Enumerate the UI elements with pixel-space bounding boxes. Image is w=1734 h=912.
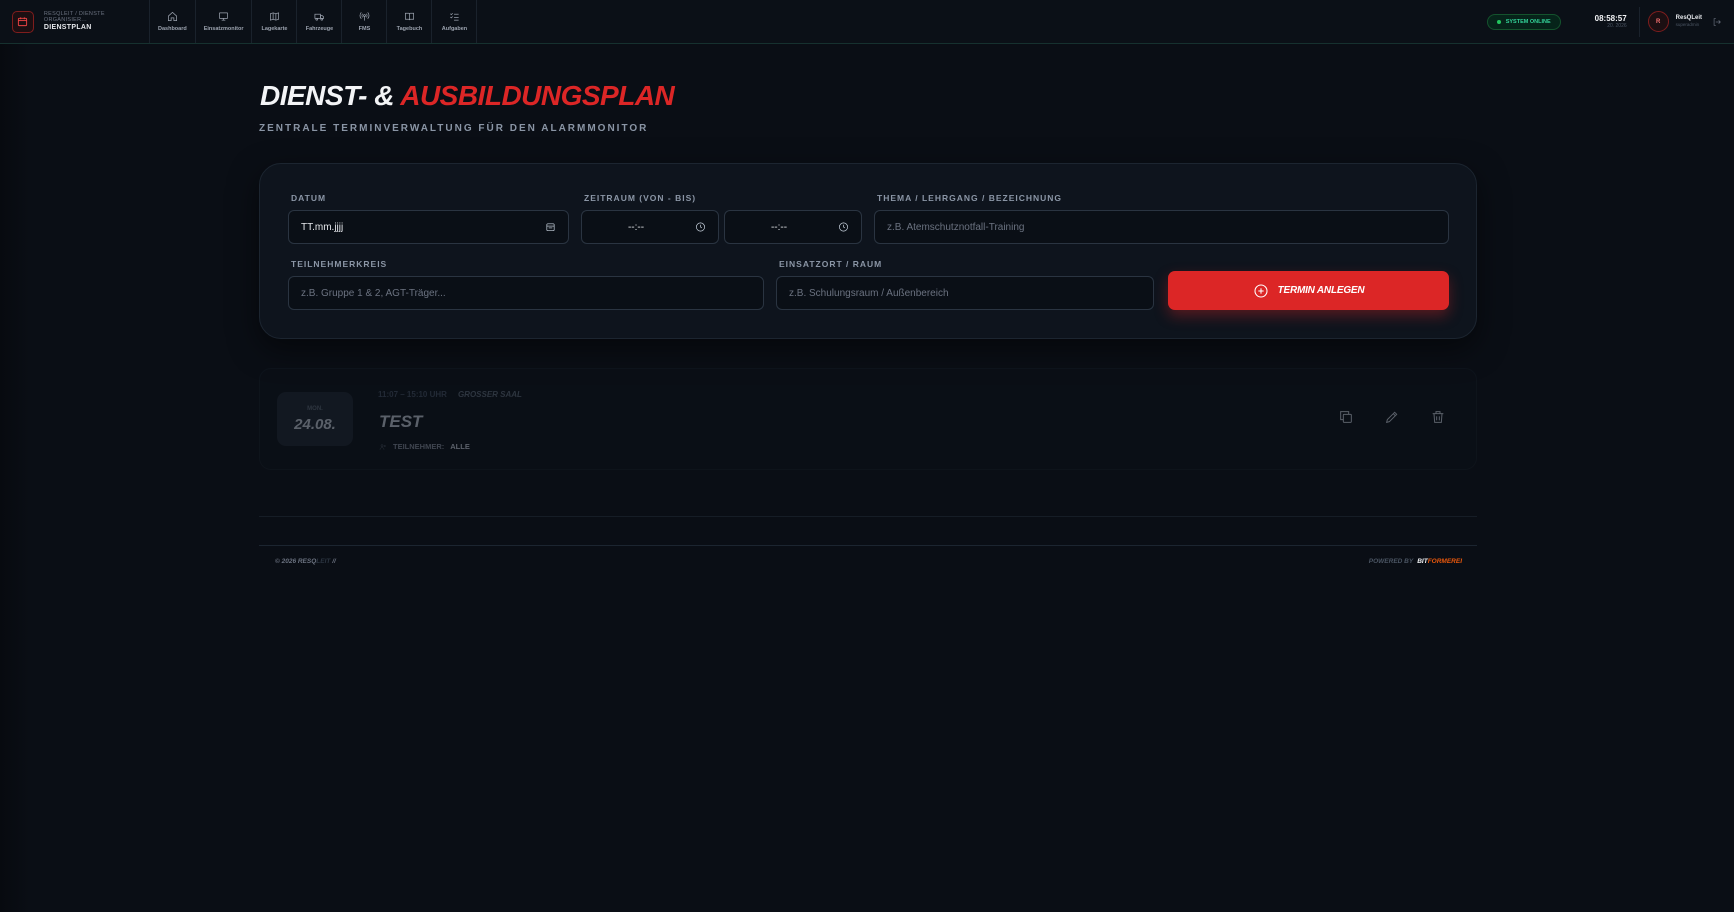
event-date: 24.08. (294, 415, 336, 433)
page-title-accent: AUSBILDUNGSPLAN (400, 80, 675, 111)
avatar[interactable]: R (1647, 11, 1669, 32)
duplicate-button[interactable] (1338, 409, 1354, 425)
breadcrumb: RESQLEIT / DIENSTE ORGANISIER... (43, 10, 105, 24)
nav-label: Tagebuch (396, 26, 423, 32)
time-from-input[interactable]: --:-- (581, 210, 719, 244)
participants-label: TEILNEHMERKREIS (291, 259, 388, 269)
time-range-label: ZEITRAUM (VON - BIS) (584, 193, 697, 203)
book-icon (404, 12, 414, 21)
event-date-box: MON. 24.08. (277, 392, 353, 446)
event-weekday: MON. (307, 405, 323, 412)
user-info: ResQLeit superadmin (1676, 15, 1702, 29)
copy-icon (1340, 411, 1352, 423)
topic-label: THEMA / LEHRGANG / BEZEICHNUNG (877, 193, 1063, 203)
status-dot-icon (1496, 19, 1501, 24)
nav-fahrzeuge[interactable]: Fahrzeuge (297, 0, 343, 43)
user-role: superadmin (1675, 22, 1700, 28)
nav-lagekarte[interactable]: Lagekarte (252, 0, 298, 43)
nav-tagebuch[interactable]: Tagebuch (387, 0, 433, 43)
powered-by-label: POWERED BY (1368, 558, 1414, 565)
event-participants: TEILNEHMER: ALLE (379, 442, 470, 451)
system-status-badge: SYSTEM ONLINE (1486, 13, 1561, 30)
event-title: TEST (379, 412, 423, 431)
event-card[interactable]: MON. 24.08. 11:07 – 15:10 UHR GROSSER SA… (259, 368, 1477, 470)
nav-label: Fahrzeuge (305, 26, 334, 32)
participants-placeholder: z.B. Gruppe 1 & 2, AGT-Träger... (301, 287, 446, 299)
time-to-input[interactable]: --:-- (724, 210, 862, 244)
event-actions (1338, 409, 1446, 425)
participants-caption: TEILNEHMER: (393, 442, 445, 451)
trash-icon (1432, 411, 1444, 423)
brand-part-a: BIT (1417, 558, 1428, 565)
location-label: EINSATZORT / RAUM (779, 259, 883, 269)
brand[interactable]: RESQLEIT / DIENSTE ORGANISIER... DIENSTP… (0, 0, 150, 43)
radio-icon (359, 12, 370, 21)
event-time: 11:07 – 15:10 UHR (378, 390, 447, 399)
plus-circle-icon (1254, 283, 1268, 298)
date-label: DATUM (291, 193, 327, 203)
page-title: DIENST- & AUSBILDUNGSPLAN (260, 80, 675, 112)
new-appointment-form: DATUM TT.mm.jjjj ZEITRAUM (VON - BIS) --… (259, 163, 1477, 339)
nav-label: Einsatzmonitor (203, 26, 244, 32)
delete-button[interactable] (1430, 409, 1446, 425)
status-text: SYSTEM ONLINE (1505, 18, 1551, 25)
clock-icon[interactable] (838, 222, 849, 233)
copyright-tail: // (330, 558, 336, 565)
top-bar: RESQLEIT / DIENSTE ORGANISIER... DIENSTP… (0, 0, 1734, 44)
footer-divider (259, 545, 1477, 546)
topic-input[interactable]: z.B. Atemschutznotfall-Training (874, 210, 1449, 244)
truck-icon (314, 13, 324, 21)
checklist-icon (450, 13, 459, 21)
clock-date: 20. 2026 (1607, 23, 1627, 30)
map-icon (269, 12, 279, 21)
event-room: GROSSER SAAL (457, 390, 522, 399)
nav-label: Aufgaben (441, 26, 468, 32)
location-placeholder: z.B. Schulungsraum / Außenbereich (789, 287, 949, 299)
nav-fms[interactable]: FMS (342, 0, 388, 43)
nav-label: Dashboard (158, 26, 187, 32)
clock: 08:58:57 20. 2026 (1595, 14, 1627, 30)
brand-part-b: FORMEREI (1427, 558, 1462, 565)
logout-icon (1713, 17, 1721, 26)
footer-powered-by[interactable]: POWERED BY BITFORMEREI (1369, 558, 1462, 565)
create-appointment-button[interactable]: TERMIN ANLEGEN (1168, 271, 1449, 310)
calendar-picker-icon[interactable] (545, 222, 556, 233)
copyright-text: © 2026 RESQ (275, 558, 317, 565)
edit-button[interactable] (1384, 409, 1400, 425)
logout-button[interactable] (1712, 17, 1722, 27)
calendar-icon (12, 10, 34, 33)
pencil-icon (1385, 411, 1398, 424)
event-meta: 11:07 – 15:10 UHR GROSSER SAAL (378, 390, 522, 399)
powered-brand: BITFORMEREI (1417, 558, 1462, 565)
side-shade (0, 44, 30, 912)
date-input-value: TT.mm.jjjj (301, 221, 344, 233)
nav-dashboard[interactable]: Dashboard (150, 0, 196, 43)
nav-label: FMS (358, 26, 371, 32)
clock-time: 08:58:57 (1594, 13, 1627, 23)
copyright-dim: LEIT (316, 558, 331, 565)
home-icon (167, 11, 177, 21)
participants-value: ALLE (450, 442, 470, 451)
nav-label: Lagekarte (261, 26, 288, 32)
clock-icon[interactable] (695, 222, 706, 233)
time-to-value: --:-- (770, 221, 788, 233)
monitor-icon (219, 12, 229, 21)
time-from-value: --:-- (627, 221, 645, 233)
user-name: ResQLeit (1675, 14, 1702, 21)
page-subtitle: ZENTRALE TERMINVERWALTUNG FÜR DEN ALARMM… (259, 123, 649, 134)
nav-aufgaben[interactable]: Aufgaben (432, 0, 478, 43)
page-title-main: DIENST- & (260, 80, 394, 111)
main-nav: Dashboard Einsatzmonitor Lagekarte Fahrz… (150, 0, 478, 43)
footer-copyright: © 2026 RESQLEIT // (275, 558, 336, 565)
create-appointment-label: TERMIN ANLEGEN (1277, 285, 1365, 296)
participants-input[interactable]: z.B. Gruppe 1 & 2, AGT-Träger... (288, 276, 764, 310)
user-divider (1638, 6, 1640, 37)
app-title: DIENSTPLAN (43, 23, 92, 31)
nav-einsatzmonitor[interactable]: Einsatzmonitor (196, 0, 253, 43)
topic-placeholder: z.B. Atemschutznotfall-Training (887, 221, 1025, 233)
location-input[interactable]: z.B. Schulungsraum / Außenbereich (776, 276, 1154, 310)
date-input[interactable]: TT.mm.jjjj (288, 210, 569, 244)
users-icon (379, 443, 386, 450)
section-divider (259, 516, 1477, 517)
